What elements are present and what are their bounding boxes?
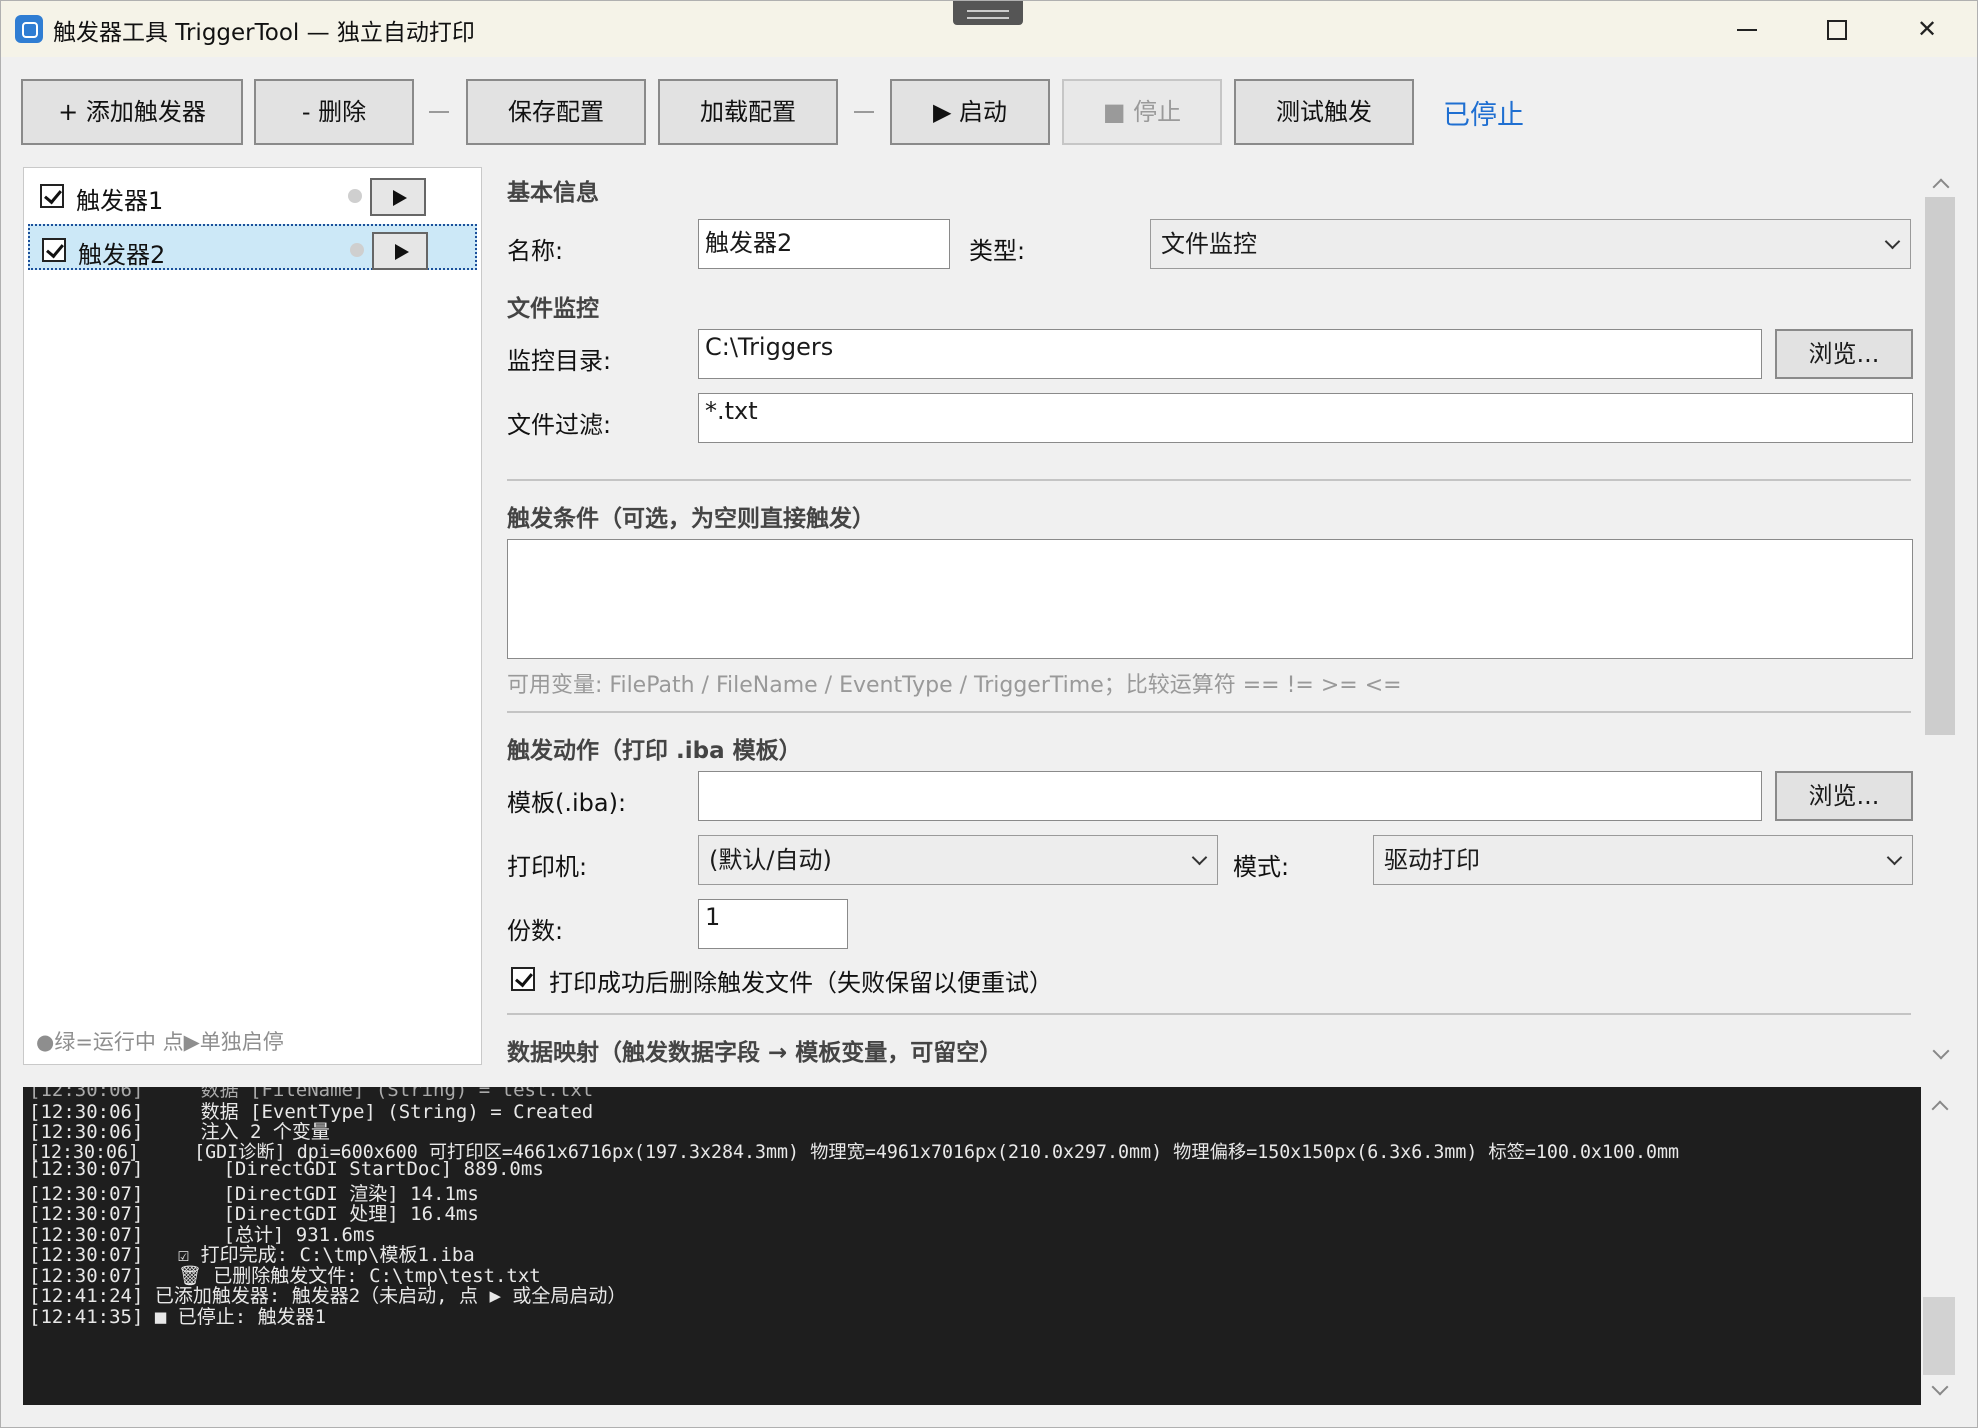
section-file-monitor: 文件监控 xyxy=(507,296,599,322)
maximize-button[interactable] xyxy=(1793,1,1877,57)
name-label: 名称: xyxy=(507,237,564,265)
browse-template-button[interactable]: 浏览... xyxy=(1775,771,1913,821)
mode-select[interactable]: 驱动打印 xyxy=(1373,835,1913,885)
condition-textarea[interactable] xyxy=(507,539,1913,659)
window-title: 触发器工具 TriggerTool — 独立自动打印 xyxy=(53,20,475,46)
section-basic: 基本信息 xyxy=(507,180,599,206)
drag-grip-icon[interactable] xyxy=(953,1,1023,25)
condition-hint: 可用变量: FilePath / FileName / EventType / … xyxy=(507,673,1402,698)
type-select-value: 文件监控 xyxy=(1161,230,1257,258)
form-scrollbar-thumb[interactable] xyxy=(1925,197,1955,735)
minimize-button[interactable] xyxy=(1703,1,1787,57)
section-mapping: 数据映射（触发数据字段 → 模板变量，可留空） xyxy=(507,1040,1003,1066)
type-select[interactable]: 文件监控 xyxy=(1150,219,1911,269)
main-window: 触发器工具 TriggerTool — 独立自动打印 ✕ + 添加触发器 - 删… xyxy=(0,0,1978,1428)
save-config-button[interactable]: 保存配置 xyxy=(466,79,646,145)
checkbox-check-icon xyxy=(511,967,535,991)
dir-input[interactable]: C:\Triggers xyxy=(698,329,1762,379)
start-button[interactable]: ▶ 启动 xyxy=(890,79,1050,145)
printer-label: 打印机: xyxy=(507,853,588,881)
trigger-list: 触发器1 触发器2 ●绿=运行中 点▶单独启停 xyxy=(23,167,482,1065)
list-item[interactable]: 触发器1 xyxy=(28,172,477,218)
divider xyxy=(507,479,1911,481)
enable-checkbox[interactable] xyxy=(40,184,64,208)
load-config-button[interactable]: 加载配置 xyxy=(658,79,838,145)
template-input[interactable] xyxy=(698,771,1762,821)
filter-input[interactable]: *.txt xyxy=(698,393,1913,443)
mode-label: 模式: xyxy=(1233,853,1290,881)
delete-after-label: 打印成功后删除触发文件（失败保留以便重试） xyxy=(549,969,1053,997)
scroll-down-icon[interactable] xyxy=(1932,1042,1950,1060)
log-console: [12:30:06] 数据 [FileName] (String) = test… xyxy=(23,1087,1921,1405)
toolbar-separator xyxy=(429,111,449,113)
app-icon xyxy=(15,15,43,43)
divider xyxy=(507,711,1911,713)
scroll-down-icon[interactable] xyxy=(1931,1378,1949,1396)
play-button[interactable] xyxy=(370,178,426,216)
mode-select-value: 驱动打印 xyxy=(1384,846,1480,874)
stop-button[interactable]: ■ 停止 xyxy=(1062,79,1222,145)
log-line: [12:30:07] [DirectGDI StartDoc] 889.0ms xyxy=(29,1158,544,1180)
section-condition: 触发条件（可选，为空则直接触发） xyxy=(507,506,875,532)
title-bar[interactable]: 触发器工具 TriggerTool — 独立自动打印 ✕ xyxy=(1,1,1977,57)
list-item[interactable]: 触发器2 xyxy=(28,224,477,270)
name-input[interactable]: 触发器2 xyxy=(698,219,950,269)
list-hint: ●绿=运行中 点▶单独启停 xyxy=(36,1030,284,1054)
type-label: 类型: xyxy=(969,237,1026,265)
printer-select[interactable]: (默认/自动) xyxy=(698,835,1218,885)
copies-label: 份数: xyxy=(507,917,564,945)
run-status: 已停止 xyxy=(1443,100,1524,131)
delete-after-checkbox[interactable] xyxy=(511,967,537,993)
filter-label: 文件过滤: xyxy=(507,411,612,439)
log-line: [12:41:35] ■ 已停止: 触发器1 xyxy=(29,1306,327,1328)
log-scrollbar-thumb[interactable] xyxy=(1923,1297,1955,1375)
scroll-up-icon[interactable] xyxy=(1932,178,1950,196)
copies-input[interactable]: 1 xyxy=(698,899,848,949)
chevron-down-icon xyxy=(1886,849,1903,866)
test-trigger-button[interactable]: 测试触发 xyxy=(1234,79,1414,145)
chevron-down-icon xyxy=(1191,849,1208,866)
scroll-up-icon[interactable] xyxy=(1931,1100,1949,1118)
toolbar-separator xyxy=(854,111,874,113)
status-dot-icon xyxy=(350,243,364,257)
trigger-form: 基本信息 名称: 触发器2 类型: 文件监控 文件监控 监控目录: C:\Tri… xyxy=(507,167,1917,1067)
add-trigger-button[interactable]: + 添加触发器 xyxy=(21,79,243,145)
section-action: 触发动作（打印 .iba 模板） xyxy=(507,738,802,764)
browse-dir-button[interactable]: 浏览... xyxy=(1775,329,1913,379)
list-item-label: 触发器2 xyxy=(78,241,166,269)
dir-label: 监控目录: xyxy=(507,347,612,375)
close-button[interactable]: ✕ xyxy=(1885,1,1969,57)
status-dot-icon xyxy=(348,189,362,203)
template-label: 模板(.iba): xyxy=(507,789,627,817)
printer-select-value: (默认/自动) xyxy=(709,846,832,874)
delete-button[interactable]: - 删除 xyxy=(254,79,414,145)
list-item-label: 触发器1 xyxy=(76,187,164,215)
chevron-down-icon xyxy=(1884,233,1901,250)
play-button[interactable] xyxy=(372,232,428,270)
divider xyxy=(507,1013,1911,1015)
enable-checkbox[interactable] xyxy=(42,238,66,262)
